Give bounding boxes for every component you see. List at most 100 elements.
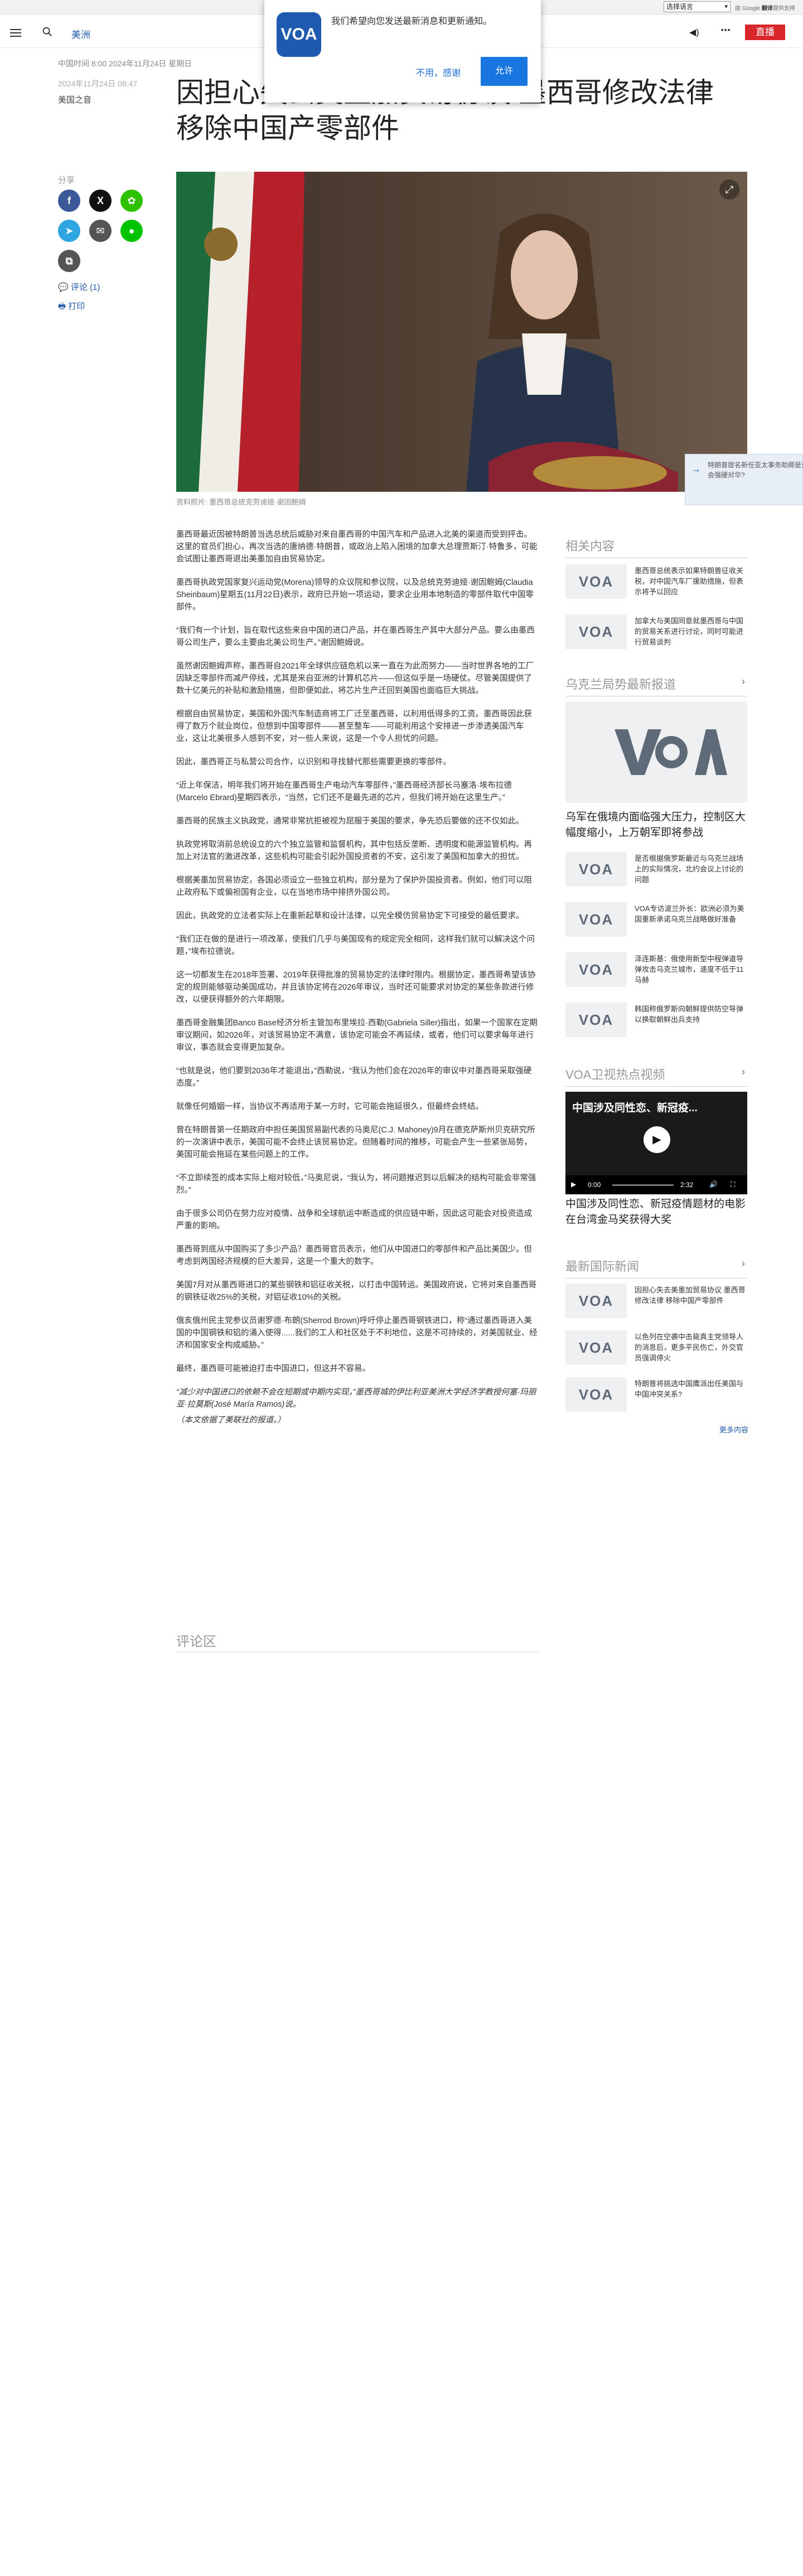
updated-date: 2024年11月24日 08:47	[58, 79, 138, 88]
list-item[interactable]: VOA 特朗普将挑选中国鹰派出任美国与中国冲突关系?	[565, 1377, 747, 1417]
expand-icon[interactable]: ⤢	[719, 180, 739, 200]
paragraph: 因此，执政党的立法者实际上在重新起草和设计法律，以完全模仿贸易协定下可接受的最低…	[176, 912, 524, 921]
allow-button[interactable]: 允许	[481, 57, 528, 86]
volume-icon[interactable]: 🔊	[709, 1180, 718, 1188]
google-translate-credit: 由 Google 翻译提供支持	[735, 3, 795, 12]
paragraph: 执政党将取消前总统设立的六个独立监管和监督机构，其中包括反垄断、透明度和能源监管…	[176, 840, 532, 861]
video-title[interactable]: VOA卫视热点视频 ›	[565, 1065, 747, 1087]
fullscreen-icon[interactable]: ⛶	[731, 1180, 735, 1189]
paragraph: 最终，墨西哥可能被迫打击中国进口，但这并不容易。	[176, 1364, 370, 1373]
paragraph: 墨西哥的民族主义执政党，通常非常抗拒被视为屈服于美国的要求，争先恐后要做的还不仅…	[176, 817, 524, 826]
live-button[interactable]: 直播	[745, 25, 785, 40]
thumbnail: VOA	[565, 1003, 627, 1037]
list-item[interactable]: VOA 是否根据俄罗斯最近与乌克兰战场上的实际情况，北约会议上讨论的问题	[565, 852, 747, 892]
more-link[interactable]: 更多内容	[719, 1424, 748, 1435]
print-link-label: 打印	[68, 302, 85, 311]
share-label: 分享	[58, 176, 75, 185]
translate-label: 翻译	[761, 6, 773, 12]
list-item-title: 特朗普将挑选中国鹰派出任美国与中国冲突关系?	[635, 1379, 744, 1398]
wechat-icon[interactable]: ✿	[120, 190, 143, 212]
x-icon[interactable]: X	[89, 190, 112, 212]
ukraine-section[interactable]: 乌克兰局势最新报道 ›	[565, 675, 747, 696]
related-title: 相关内容	[565, 536, 747, 558]
thumbnail: VOA	[565, 614, 627, 649]
powered-by: 由 Google	[735, 6, 761, 12]
nav-region-link[interactable]: 美洲	[71, 27, 90, 41]
paragraph: 虽然谢因鲍姆声称，墨西哥自2021年全球供应链危机以来一直在为此而努力——当时世…	[176, 662, 534, 695]
ukraine-title[interactable]: 乌克兰局势最新报道 ›	[565, 675, 747, 696]
search-icon[interactable]	[41, 26, 54, 38]
copy-link-icon[interactable]: ⧉	[58, 250, 80, 272]
paragraph: “我们有一个计划，旨在取代这些来自中国的进口产品，并在墨西哥生产其中大部分产品。…	[176, 626, 535, 647]
voa-logo: VOA	[277, 12, 321, 57]
paragraph: 墨西哥执政党国家复兴运动党(Morena)领导的众议院和参议院，以及总统克劳迪娅…	[176, 578, 534, 612]
translate-suffix: 提供支持	[772, 6, 795, 12]
menu-icon[interactable]	[10, 27, 21, 37]
list-item-title: VOA专访波兰外长：欧洲必须为美国重新承诺乌克兰战略做好准备	[635, 904, 744, 923]
video-section[interactable]: VOA卫视热点视频 ›	[565, 1065, 747, 1087]
voa-logo	[615, 729, 727, 775]
voa-logo: VOA	[578, 1292, 614, 1309]
thumbnail: VOA	[565, 1330, 627, 1365]
voa-logo: VOA	[578, 1386, 614, 1403]
video-section-label: VOA卫视热点视频	[565, 1068, 665, 1082]
more-icon[interactable]: ⋯	[720, 25, 731, 36]
video-time-total: 2:32	[680, 1181, 694, 1189]
voa-logo: VOA	[578, 623, 614, 640]
facebook-icon[interactable]: f	[58, 190, 80, 212]
email-icon[interactable]: ✉	[89, 220, 112, 242]
notification-prompt: VOA 我们希望向您发送最新消息和更新通知。 不用，感谢 允许	[264, 0, 541, 103]
chevron-right-icon: ›	[742, 676, 745, 687]
thumbnail: VOA	[565, 1284, 627, 1318]
video-headline[interactable]: 中国涉及同性恋、新冠疫情题材的电影在台湾金马奖获得大奖	[565, 1197, 747, 1228]
thumbnail: VOA	[565, 952, 627, 987]
paragraph: 美国7月对从墨西哥进口的某些钢铁和铝征收关税，以打击中国转运。美国政府说，它将对…	[176, 1281, 537, 1302]
chevron-right-icon: ›	[742, 1258, 745, 1269]
promo-text: 特朗普提名新任亚太事务助卿是否会强硬对华?	[708, 461, 803, 479]
lead-thumbnail[interactable]	[565, 701, 747, 803]
paragraph: 俄亥俄州民主党参议员谢罗德·布朗(Sherrod Brown)呼吁停止墨西哥钢铁…	[176, 1316, 538, 1350]
list-item[interactable]: VOA 墨西哥总统表示如果特朗普征收关税，对中国汽车厂援助措施，但表示将予以回应	[565, 564, 747, 604]
video-overlay-title: 中国涉及同性恋、新冠疫...	[572, 1102, 698, 1114]
paragraph: 因此，墨西哥正与私营公司合作，以识别和寻找替代那些需要更换的零部件。	[176, 758, 451, 767]
thumbnail: VOA	[565, 1377, 627, 1412]
paragraph: 由于很多公司仍在努力应对疫情、战争和全球航运中断造成的供应链中断，因此这可能会对…	[176, 1209, 532, 1231]
list-item[interactable]: VOA 因担心失去美墨加贸易协议 墨西哥修改法律 移除中国产零部件	[565, 1284, 747, 1324]
paragraph: “近上年保洁，明年我们将开始在墨西哥生产电动汽车零部件，”墨西哥经济部长马塞洛·…	[176, 781, 512, 802]
paragraph: “减少对中国进口的依赖不会在短期或中期内实现，”墨西哥城的伊比利亚美洲大学经济学…	[176, 1388, 536, 1409]
play-small-icon[interactable]: ▶	[571, 1180, 576, 1188]
play-icon[interactable]: ▶	[644, 1126, 670, 1153]
voa-logo: VOA	[578, 861, 614, 878]
list-item[interactable]: VOA 泽连斯基：俄使用新型中程弹道导弹攻击乌克兰城市，速度不低于11马赫	[565, 952, 747, 992]
list-item-title: 以色列在空袭中击毙真主党领导人的消息后，更多平民伤亡，外交官员强调停火	[635, 1333, 744, 1362]
intl-section[interactable]: 最新国际新闻 ›	[565, 1257, 747, 1279]
list-item[interactable]: VOA 以色列在空袭中击毙真主党领导人的消息后，更多平民伤亡，外交官员强调停火	[565, 1330, 747, 1371]
list-item-title: 泽连斯基：俄使用新型中程弹道导弹攻击乌克兰城市，速度不低于11马赫	[635, 955, 744, 984]
print-link[interactable]: 🖶 打印	[58, 300, 85, 314]
intl-title-label: 最新国际新闻	[565, 1260, 640, 1274]
video-progress[interactable]	[612, 1184, 674, 1186]
video-controls: ▶ 0:00 2:32 🔊 ⛶	[565, 1175, 747, 1194]
deny-button[interactable]: 不用，感谢	[410, 61, 466, 86]
intl-title[interactable]: 最新国际新闻 ›	[565, 1257, 747, 1279]
paragraph: 曾在特朗普第一任期政府中担任美国贸易副代表的马奥尼(C.J. Mahoney)9…	[176, 1126, 535, 1159]
article-source: 美国之音	[58, 95, 92, 105]
comment-link[interactable]: 💬 评论 (1)	[58, 281, 100, 293]
list-item[interactable]: VOA 韩国称俄罗斯向朝鲜提供防空导弹以换取朝鲜出兵支持	[565, 1003, 747, 1043]
list-item[interactable]: VOA VOA专访波兰外长：欧洲必须为美国重新承诺乌克兰战略做好准备	[565, 902, 747, 942]
telegram-icon[interactable]: ➤	[58, 220, 80, 242]
video-player[interactable]: 中国涉及同性恋、新冠疫... ▶ ▶ 0:00 2:32 🔊 ⛶	[565, 1092, 747, 1194]
paragraph: 根据自由贸易协定，美国和外国汽车制造商将工厂迁至墨西哥，以利用低得多的工资。墨西…	[176, 710, 532, 743]
side-promo[interactable]: → 特朗普提名新任亚太事务助卿是否会强硬对华?	[685, 454, 803, 505]
list-item[interactable]: VOA 加拿大与美国同意就墨西哥与中国的贸易关系进行讨论，同时可能进行贸易谈判	[565, 614, 747, 655]
thumbnail: VOA	[565, 852, 627, 887]
voa-logo: VOA	[578, 911, 614, 928]
lead-headline[interactable]: 乌军在俄境内面临强大压力，控制区大幅度缩小，上万朝军即将参战	[565, 810, 747, 841]
line-icon[interactable]: ●	[120, 220, 143, 242]
ukraine-title-label: 乌克兰局势最新报道	[565, 677, 676, 691]
publish-date: 中国时间 8:00 2024年11月24日 星期日	[58, 59, 192, 68]
list-item-title: 加拿大与美国同意就墨西哥与中国的贸易关系进行讨论，同时可能进行贸易谈判	[635, 617, 744, 646]
language-select[interactable]: 选择语言	[664, 1, 731, 12]
thumbnail: VOA	[565, 564, 627, 599]
audio-icon[interactable]: ◀)	[689, 27, 699, 38]
